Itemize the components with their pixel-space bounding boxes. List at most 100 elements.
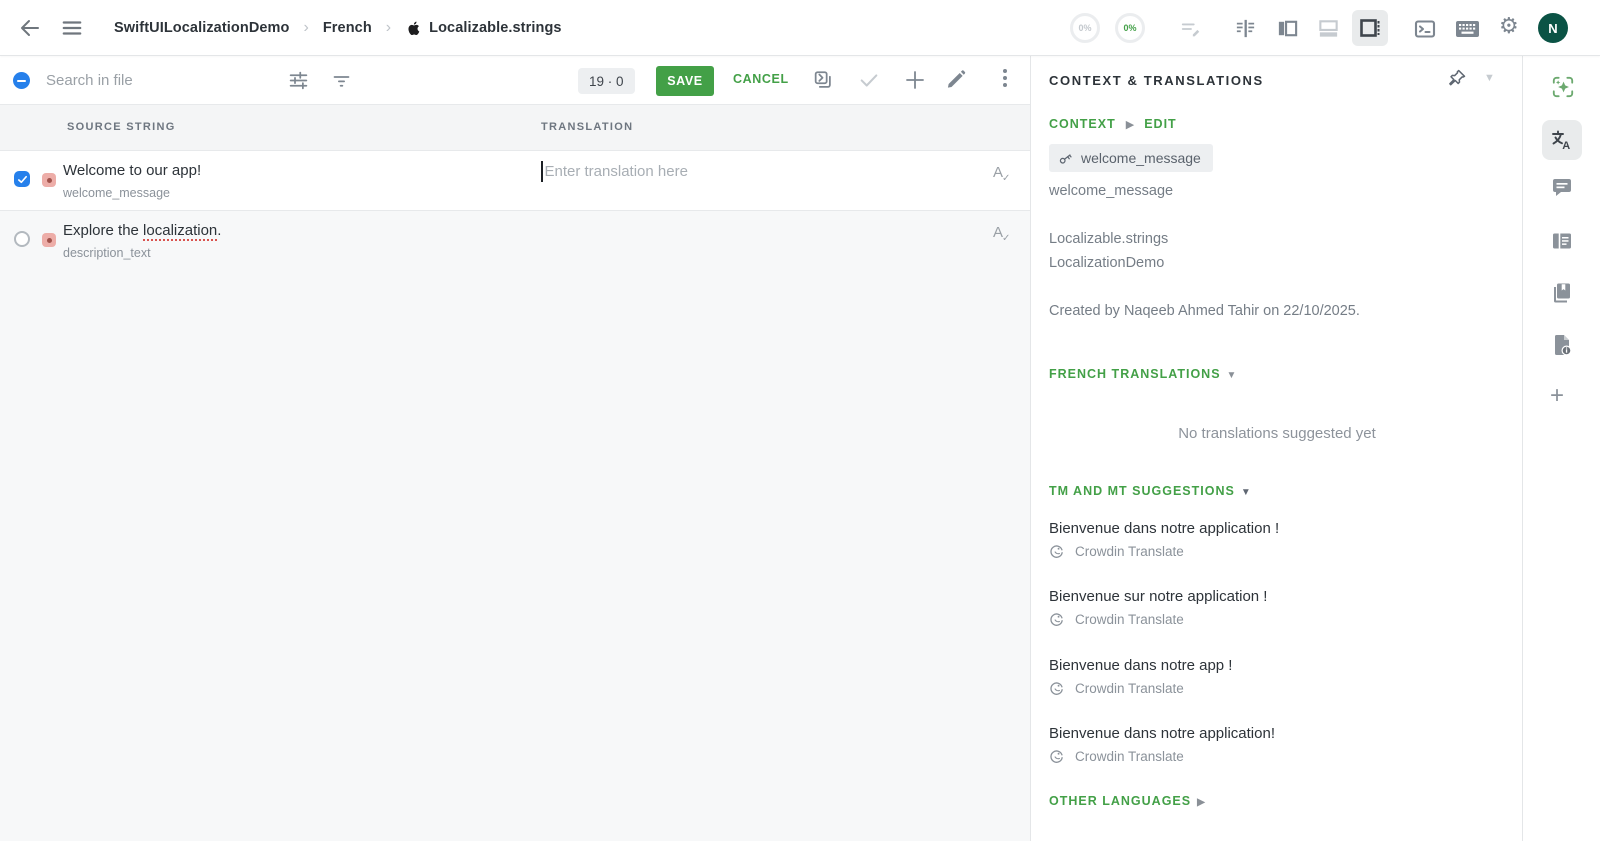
editor-toolbar: 19 · 0 SAVE CANCEL [0, 56, 1030, 105]
section-tm-mt-suggestions[interactable]: TM AND MT SUGGESTIONS ▼ [1049, 484, 1251, 498]
split-view-icon[interactable] [1234, 17, 1257, 40]
source-string-text: Welcome to our app! [63, 162, 202, 179]
translation-placeholder: Enter translation here [544, 163, 688, 180]
context-tabs: CONTEXT ▶ EDIT [1049, 117, 1177, 131]
suggestion-text: Bienvenue sur notre application ! [1049, 588, 1268, 605]
string-counter: 19 · 0 [578, 68, 635, 94]
suggestion-item[interactable]: Bienvenue dans notre application ! Crowd… [1049, 520, 1489, 559]
comment-icon[interactable] [1550, 176, 1574, 200]
right-panel-icon[interactable] [1352, 10, 1388, 46]
check-icon[interactable] [858, 69, 880, 91]
suggestion-provider: Crowdin Translate [1049, 681, 1489, 696]
select-all-checkbox[interactable] [13, 72, 30, 89]
context-key-name: welcome_message [1049, 183, 1174, 199]
pin-icon[interactable] [1447, 68, 1467, 88]
row-checkbox-empty[interactable] [14, 231, 30, 247]
ai-sparkle-icon[interactable] [1550, 74, 1576, 100]
crowdin-icon [1049, 681, 1064, 696]
breadcrumb-separator: › [385, 19, 392, 36]
string-key: description_text [63, 246, 151, 260]
minus-icon [17, 79, 26, 82]
notes-edit-icon[interactable] [1180, 18, 1202, 40]
panel-title: CONTEXT & TRANSLATIONS [1049, 73, 1264, 88]
suggestion-text: Bienvenue dans notre app ! [1049, 657, 1233, 674]
more-options-icon[interactable] [996, 69, 1014, 87]
suggestion-item[interactable]: Bienvenue dans notre application! Crowdi… [1049, 725, 1489, 764]
spellcheck-icon[interactable]: A✓ [993, 164, 1011, 184]
pencil-icon[interactable] [946, 69, 967, 90]
suggestion-item[interactable]: Bienvenue sur notre application ! Crowdi… [1049, 588, 1489, 627]
table-row[interactable]: Explore the localization. description_te… [0, 211, 1030, 271]
source-string-header: SOURCE STRING [67, 121, 176, 133]
suggestion-provider: Crowdin Translate [1049, 612, 1489, 627]
crowdin-icon [1049, 749, 1064, 764]
key-icon [1057, 150, 1074, 167]
approved-progress-ring[interactable]: 0% [1115, 13, 1145, 43]
misspelled-word: localization [143, 222, 218, 239]
back-arrow-icon[interactable] [18, 16, 42, 40]
untranslated-status-icon [42, 233, 56, 247]
file-progress-ring[interactable]: 0% [1070, 13, 1100, 43]
chevron-down-icon: ▼ [1240, 487, 1251, 498]
source-string-text: Explore the localization. [63, 222, 222, 239]
file-info-icon[interactable] [1550, 333, 1574, 357]
context-project-name: LocalizationDemo [1049, 255, 1165, 271]
chevron-right-icon: ▶ [1125, 118, 1135, 131]
breadcrumb-separator: › [303, 19, 309, 36]
apple-icon [405, 19, 420, 37]
plus-icon[interactable] [903, 68, 927, 92]
article-icon[interactable] [1550, 229, 1574, 253]
section-other-languages[interactable]: OTHER LANGUAGES ▶ [1049, 794, 1205, 808]
tab-edit[interactable]: EDIT [1144, 117, 1176, 131]
suggestion-provider: Crowdin Translate [1049, 749, 1489, 764]
suggestion-text: Bienvenue dans notre application ! [1049, 520, 1280, 537]
table-row[interactable]: Welcome to our app! welcome_message Ente… [0, 151, 1030, 211]
context-file-name: Localizable.strings [1049, 231, 1169, 247]
suggestion-text: Bienvenue dans notre application! [1049, 725, 1275, 742]
translate-icon[interactable]: A [1542, 120, 1582, 160]
tune-icon[interactable] [288, 70, 309, 91]
keyboard-icon[interactable] [1455, 19, 1480, 39]
cancel-button[interactable]: CANCEL [733, 72, 789, 86]
menu-icon[interactable] [61, 17, 83, 39]
crowdin-editor: SwiftUILocalizationDemo › French › Local… [0, 0, 1600, 841]
string-key: welcome_message [63, 186, 170, 200]
tab-context[interactable]: CONTEXT [1049, 117, 1116, 131]
breadcrumb-file[interactable]: Localizable.strings [405, 19, 561, 37]
row-checkbox-checked[interactable] [14, 171, 30, 187]
chevron-down-icon: ▼ [1226, 370, 1237, 381]
save-button[interactable]: SAVE [656, 66, 714, 96]
glossary-icon[interactable] [1550, 281, 1574, 305]
left-panel-icon[interactable] [1276, 17, 1299, 40]
svg-text:A: A [1562, 140, 1570, 152]
string-key-chip[interactable]: welcome_message [1049, 144, 1213, 172]
bottom-panel-icon[interactable] [1317, 17, 1340, 40]
top-bar: SwiftUILocalizationDemo › French › Local… [0, 0, 1600, 56]
side-icon-rail: A + [1522, 56, 1600, 841]
created-note: Created by Naqeeb Ahmed Tahir on 22/10/2… [1049, 303, 1360, 319]
breadcrumb: SwiftUILocalizationDemo › French › Local… [114, 0, 562, 56]
copy-source-icon[interactable] [812, 69, 834, 91]
suggestion-provider: Crowdin Translate [1049, 544, 1489, 559]
no-translations-message: No translations suggested yet [1178, 425, 1376, 442]
spellcheck-icon[interactable]: A✓ [993, 224, 1011, 244]
gear-icon[interactable]: ⚙ [1499, 15, 1519, 37]
breadcrumb-language[interactable]: French [323, 20, 372, 36]
terminal-icon[interactable] [1413, 17, 1437, 41]
context-panel: CONTEXT & TRANSLATIONS ▼ CONTEXT ▶ EDIT … [1030, 56, 1522, 841]
untranslated-status-icon [42, 173, 56, 187]
translation-header: TRANSLATION [541, 121, 634, 133]
crowdin-icon [1049, 612, 1064, 627]
chevron-down-icon[interactable]: ▼ [1484, 72, 1495, 84]
breadcrumb-project[interactable]: SwiftUILocalizationDemo [114, 20, 290, 36]
chevron-right-icon: ▶ [1197, 797, 1205, 808]
search-input[interactable] [46, 68, 261, 92]
add-panel-icon[interactable]: + [1550, 384, 1564, 408]
crowdin-icon [1049, 544, 1064, 559]
table-header: SOURCE STRING TRANSLATION [0, 105, 1030, 151]
avatar[interactable]: N [1538, 13, 1568, 43]
section-french-translations[interactable]: FRENCH TRANSLATIONS ▼ [1049, 367, 1236, 381]
suggestion-item[interactable]: Bienvenue dans notre app ! Crowdin Trans… [1049, 657, 1489, 696]
filter-icon[interactable] [331, 70, 352, 91]
translation-input[interactable]: Enter translation here [541, 161, 688, 182]
